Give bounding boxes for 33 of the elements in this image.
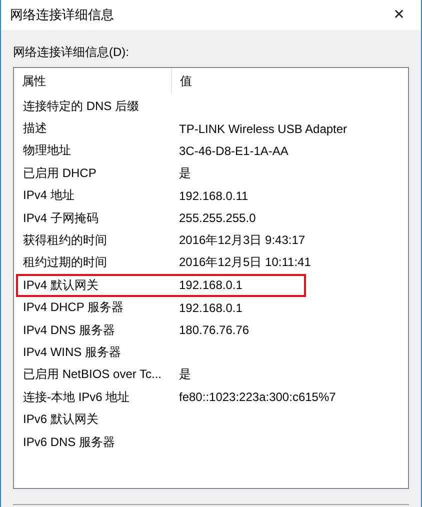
value-cell-text: 192.168.0.11 (178, 188, 248, 203)
value-cell-text: 2016年12月5日 10:11:41 (178, 254, 311, 272)
value-cell-text: 192.168.0.1 (178, 278, 242, 292)
property-cell-text: IPv4 WINS 服务器 (22, 344, 122, 361)
value-cell-text: 是 (178, 366, 191, 384)
property-cell-text: IPv4 DHCP 服务器 (22, 299, 124, 316)
property-cell-text: IPv6 DNS 服务器 (22, 434, 116, 451)
property-cell-text: 物理地址 (22, 142, 72, 160)
property-cell-text: 连接特定的 DNS 后缀 (22, 98, 140, 115)
value-cell-text: 180.76.76.76 (178, 323, 250, 338)
property-cell-text: IPv4 默认网关 (22, 276, 100, 294)
property-cell-text: 已启用 DHCP (22, 164, 98, 182)
value-cell-text: 3C-46-D8-E1-1A-AA (178, 144, 288, 158)
value-cell-text: 192.168.0.1 (178, 300, 242, 315)
property-cell-text: IPv4 子网掩码 (22, 210, 100, 227)
property-cell-text: IPv4 地址 (22, 187, 76, 204)
property-cell-text: 描述 (22, 120, 48, 138)
value-cell-text: 2016年12月3日 9:43:17 (178, 232, 306, 250)
property-cell-text: IPv4 DNS 服务器 (22, 322, 116, 339)
value-cell-text: 255.255.255.0 (178, 211, 256, 226)
property-cell-text: 获得租约的时间 (22, 232, 108, 250)
property-cell-text: 连接-本地 IPv6 地址 (22, 388, 131, 406)
window-title: 网络连接详细信息 (10, 6, 114, 24)
property-cell-text: IPv6 默认网关 (22, 411, 100, 428)
property-cell-text: 租约过期的时间 (22, 254, 108, 272)
property-cell-text: 已启用 NetBIOS over Tc... (22, 366, 162, 384)
column-header[interactable]: 属性 (14, 68, 172, 94)
column-header[interactable]: 值 (172, 68, 192, 94)
value-cell-text: TP-LINK Wireless USB Adapter (178, 122, 348, 136)
value-cell-text: 是 (178, 164, 191, 182)
close-button[interactable]: ✕ (377, 0, 421, 30)
value-cell-text: fe80::1023:223a:300:c615%7 (178, 390, 336, 404)
list-label: 网络连接详细信息(D): (13, 44, 130, 61)
